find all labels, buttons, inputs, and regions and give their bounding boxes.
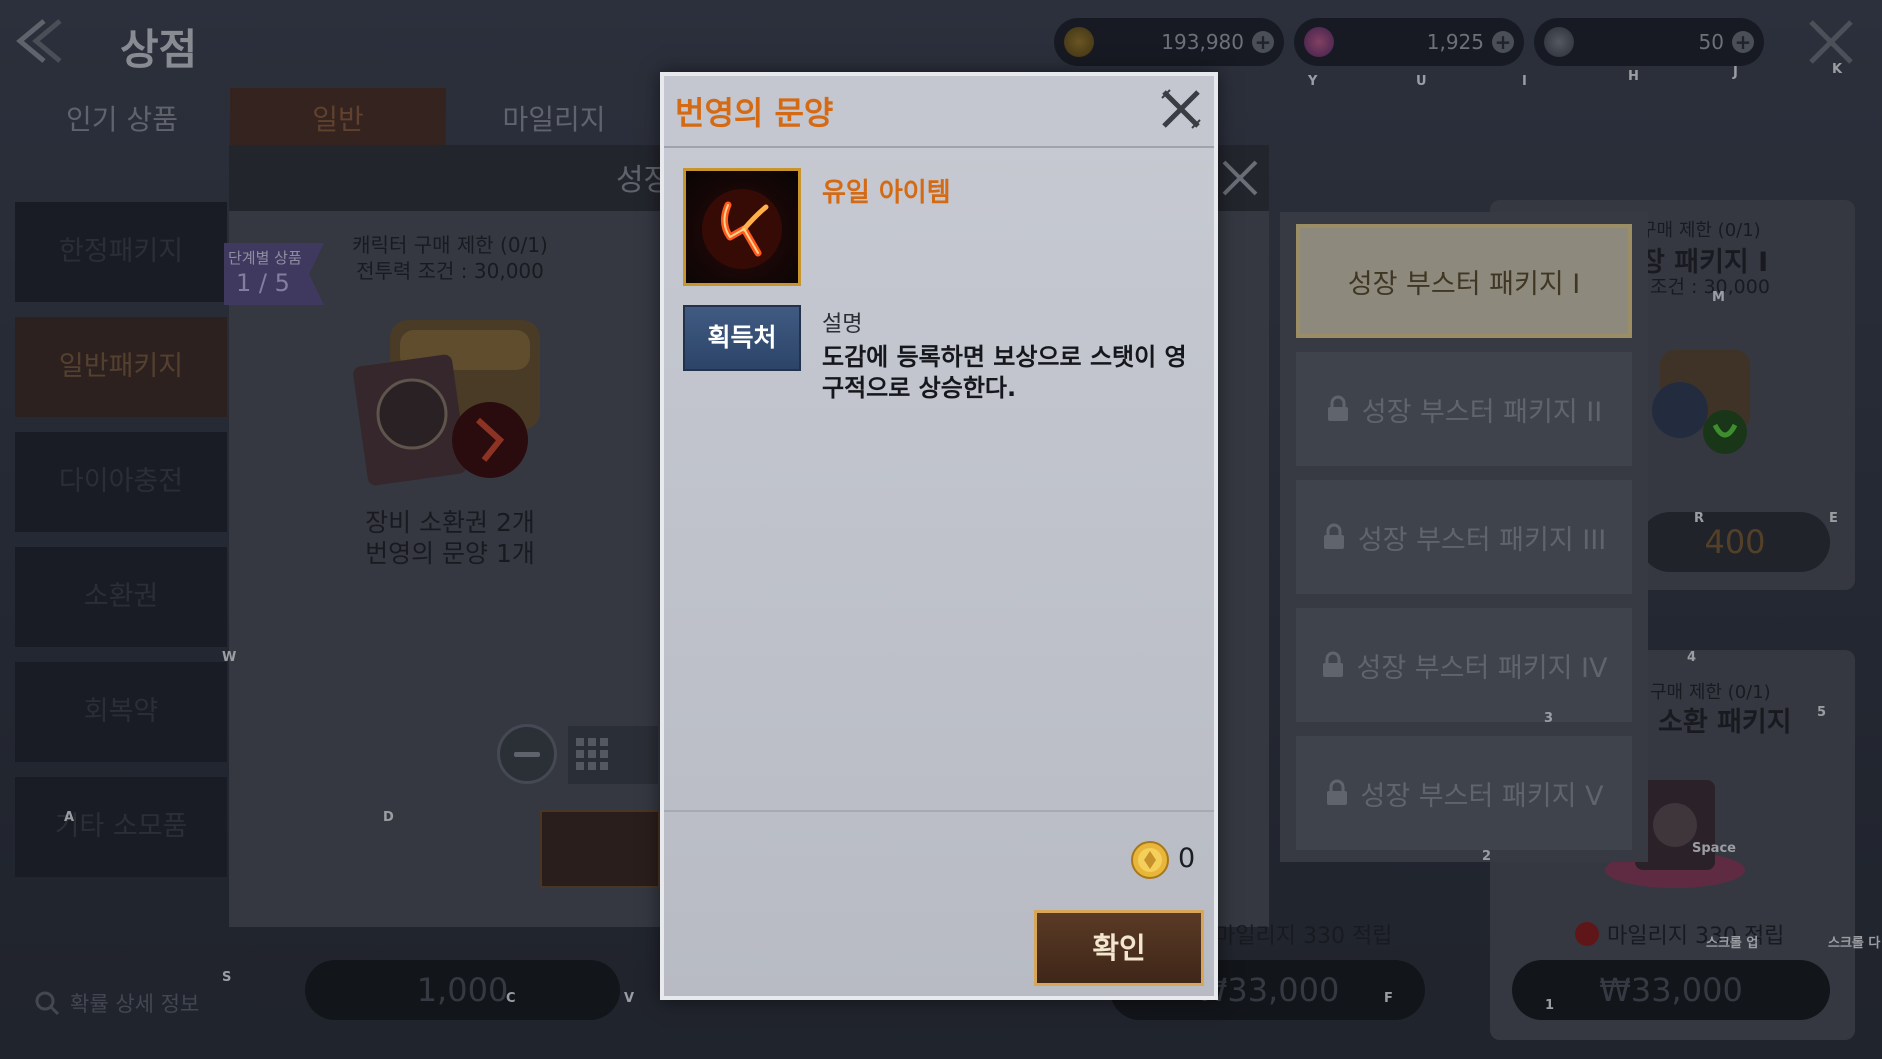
divider xyxy=(664,810,1214,812)
confirm-button[interactable]: 확인 xyxy=(1034,910,1204,986)
acquisition-source-button[interactable]: 획득처 xyxy=(683,305,801,371)
item-rarity: 유일 아이템 xyxy=(822,178,951,208)
gold-coin-icon xyxy=(1131,841,1169,879)
modal-title: 번영의 문양 xyxy=(675,94,834,132)
item-cost: 0 xyxy=(1178,843,1196,874)
description-text: 도감에 등록하면 보상으로 스탯이 영구적으로 상승한다. xyxy=(822,343,1187,402)
description-label: 설명 xyxy=(822,312,863,337)
close-icon[interactable] xyxy=(1158,86,1204,132)
item-emblem-icon xyxy=(683,168,801,286)
